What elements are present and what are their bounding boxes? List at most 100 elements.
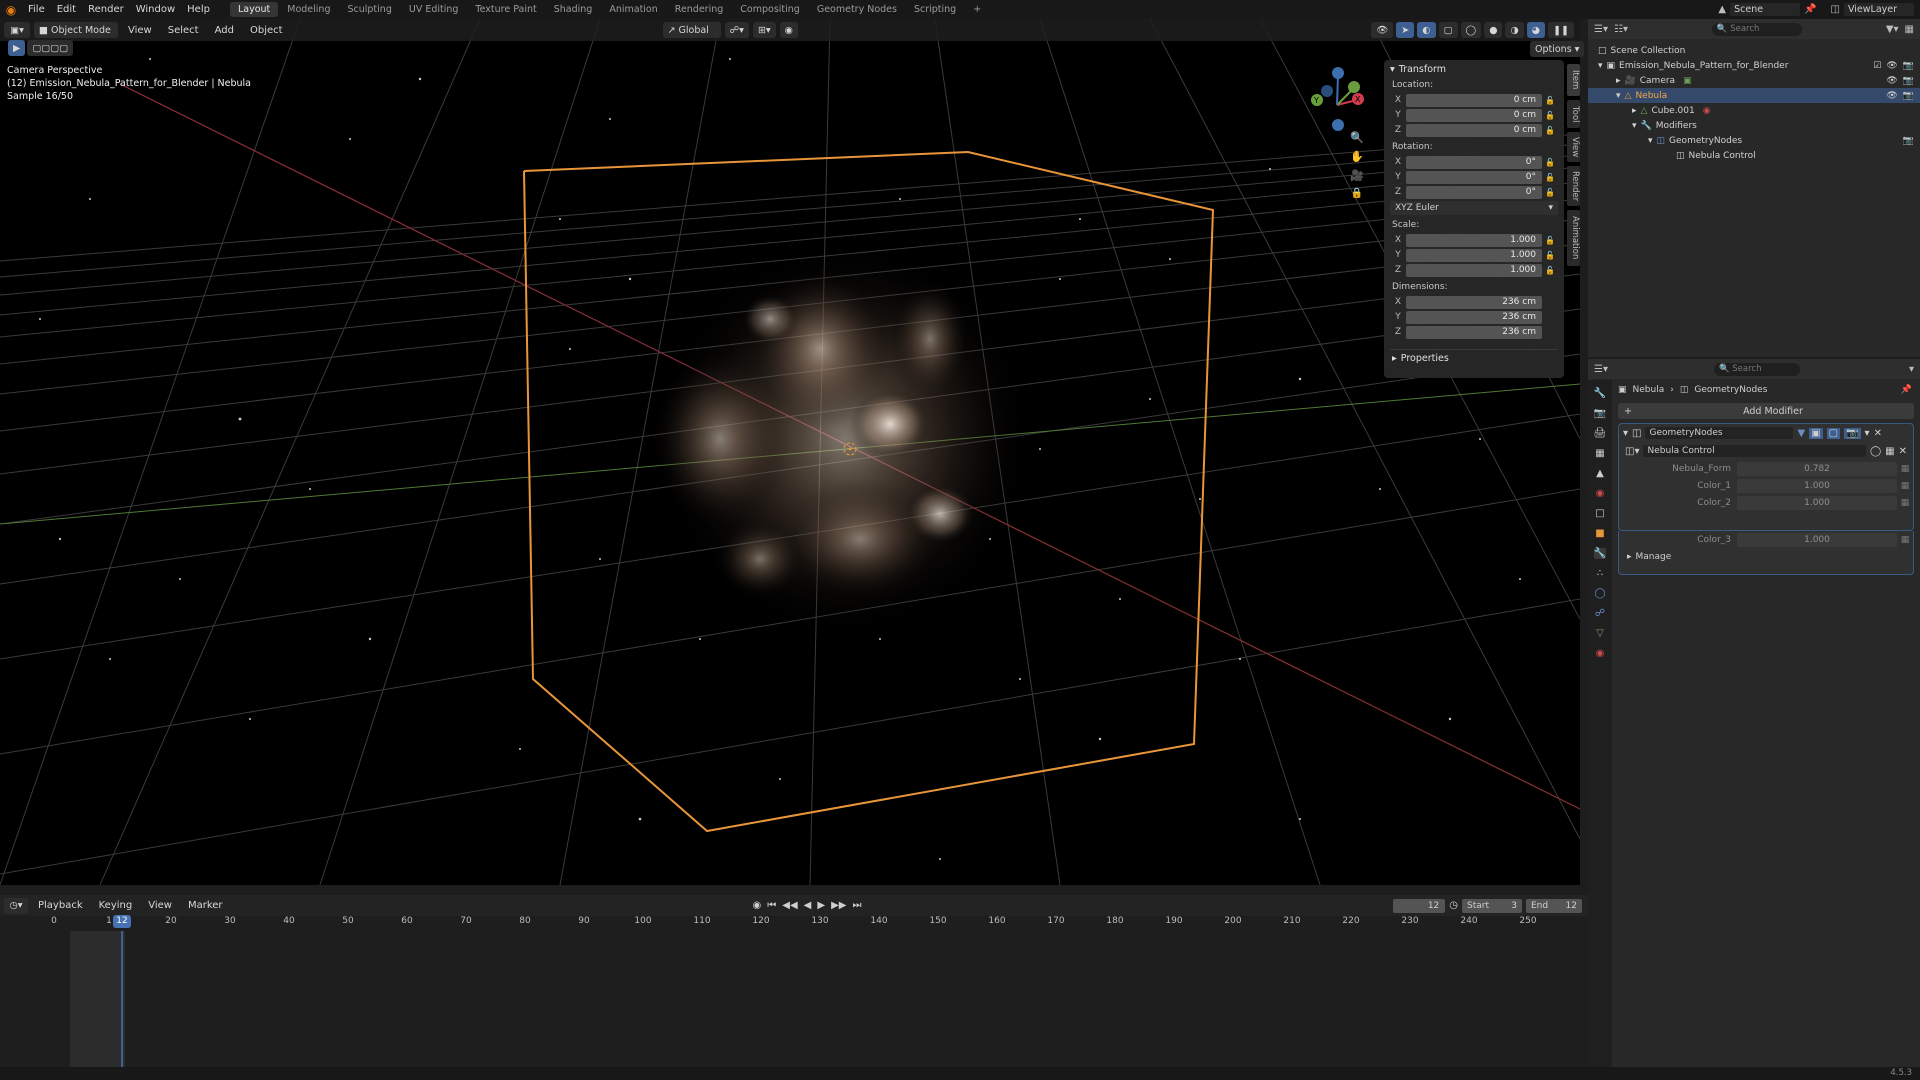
tab-uv-editing[interactable]: UV Editing <box>401 2 467 17</box>
viewport-display-icon[interactable]: ▢ <box>1826 427 1841 439</box>
view-layer-tab-icon[interactable]: ▦ <box>1595 448 1604 459</box>
node-tree-icon[interactable]: ◫▾ <box>1625 446 1639 457</box>
playhead-label[interactable]: 12 <box>113 915 131 928</box>
fake-user-icon[interactable]: ◯ <box>1870 446 1881 457</box>
select-tool-icon[interactable]: ▶ <box>8 40 26 56</box>
blender-logo-icon[interactable]: ◉ <box>0 3 22 17</box>
attribute-toggle-icon[interactable]: ▦ <box>1897 498 1913 508</box>
eye-icon[interactable]: 👁 <box>1886 91 1897 101</box>
data-tab-icon[interactable]: ▽ <box>1596 628 1604 639</box>
transform-orientation[interactable]: ↗ Global <box>662 22 721 38</box>
prev-keyframe-icon[interactable]: ◀◀ <box>782 900 797 911</box>
manage-subpanel[interactable]: ▸ Manage <box>1619 548 1913 566</box>
modifier-tab-icon[interactable]: 🔧 <box>1593 548 1607 559</box>
render-tab-icon[interactable]: 📷 <box>1594 408 1606 419</box>
tab-texture-paint[interactable]: Texture Paint <box>467 2 544 17</box>
shading-solid-icon[interactable]: ● <box>1484 22 1503 38</box>
pan-hand-icon[interactable]: ✋ <box>1350 150 1364 163</box>
tab-compositing[interactable]: Compositing <box>732 2 808 17</box>
dimensions-y-field[interactable]: 236 cm <box>1406 310 1542 324</box>
menu-timeline-view[interactable]: View <box>142 900 178 911</box>
lock-icon[interactable]: 🔓 <box>1542 96 1558 105</box>
output-tab-icon[interactable]: 🖨 <box>1594 428 1607 439</box>
scale-y-field[interactable]: 1.000 <box>1406 248 1542 262</box>
play-reverse-icon[interactable]: ◀ <box>804 900 812 911</box>
outliner-row-scene-collection[interactable]: □ Scene Collection <box>1588 43 1920 58</box>
scale-x-field[interactable]: 1.000 <box>1406 233 1542 247</box>
tab-shading[interactable]: Shading <box>546 2 601 17</box>
lock-icon[interactable]: 🔓 <box>1542 236 1558 245</box>
camera-render-icon[interactable]: 📷 <box>1903 136 1920 146</box>
outliner-row-modifiers[interactable]: ▾ 🔧 Modifiers <box>1588 118 1920 133</box>
camera-render-icon[interactable]: 📷 <box>1903 61 1914 71</box>
jump-start-icon[interactable]: ⏮ <box>767 900 776 911</box>
lock-icon[interactable]: 🔓 <box>1542 173 1558 182</box>
add-workspace-icon[interactable]: + <box>965 2 989 17</box>
filter-icon[interactable]: ▼ <box>1797 428 1805 439</box>
shading-rendered-icon[interactable]: ◕ <box>1526 22 1546 38</box>
tab-modeling[interactable]: Modeling <box>279 2 338 17</box>
rotation-mode-dropdown[interactable]: XYZ Euler ▾ <box>1390 201 1558 215</box>
lock-camera-icon[interactable]: 🔒 <box>1351 188 1363 199</box>
overlay-toggle-icon[interactable]: ◐ <box>1417 22 1436 38</box>
tab-geometry-nodes[interactable]: Geometry Nodes <box>809 2 905 17</box>
rotation-z-field[interactable]: 0° <box>1406 185 1542 199</box>
navigation-gizmo[interactable]: X Y <box>1302 65 1372 135</box>
editor-type-icon[interactable]: ▣▾ <box>4 22 30 38</box>
proportional-edit-icon[interactable]: ◉ <box>779 22 798 38</box>
rotation-x-field[interactable]: 0° <box>1406 155 1542 169</box>
shading-material-icon[interactable]: ◑ <box>1505 22 1524 38</box>
location-x-field[interactable]: 0 cm <box>1406 93 1542 107</box>
close-icon[interactable]: ✕ <box>1874 428 1882 439</box>
unlink-icon[interactable]: ✕ <box>1899 446 1907 457</box>
outliner-row-collection[interactable]: ▾ ▣ Emission_Nebula_Pattern_for_Blender … <box>1588 58 1920 73</box>
checkbox-icon[interactable]: ☑ <box>1873 61 1881 71</box>
snap-icon[interactable]: ⊞▾ <box>752 22 776 38</box>
camera-render-icon[interactable]: 📷 <box>1903 91 1914 101</box>
camera-render-icon[interactable]: 📷 <box>1903 76 1914 86</box>
lock-icon[interactable]: 🔓 <box>1542 251 1558 260</box>
filter-icon[interactable]: ▼▾ <box>1886 24 1899 35</box>
menu-select[interactable]: Select <box>162 25 205 36</box>
menu-object[interactable]: Object <box>244 25 289 36</box>
tab-animation[interactable]: Animation <box>601 2 665 17</box>
attribute-toggle-icon[interactable]: ▦ <box>1897 464 1913 474</box>
preview-range-icon[interactable]: ◷ <box>1449 900 1458 911</box>
lock-icon[interactable]: 🔓 <box>1542 158 1558 167</box>
scene-name[interactable]: Scene <box>1730 3 1801 16</box>
node-group-field[interactable]: Nebula Control <box>1643 445 1866 457</box>
menu-view[interactable]: View <box>122 25 158 36</box>
tab-tool[interactable]: Tool <box>1567 100 1580 128</box>
outliner-row-geometry-nodes[interactable]: ▾ ◫ GeometryNodes 📷 <box>1588 133 1920 148</box>
view-layer-name[interactable]: ViewLayer <box>1844 3 1914 16</box>
tab-view[interactable]: View <box>1567 132 1580 162</box>
tab-render[interactable]: Render <box>1567 166 1580 206</box>
particles-tab-icon[interactable]: ∴ <box>1597 568 1603 579</box>
editor-type-icon[interactable]: ☰▾ <box>1594 364 1608 375</box>
end-frame-field[interactable]: End 12 <box>1526 898 1582 913</box>
input-color-2-field[interactable]: 1.000 <box>1737 495 1897 510</box>
menu-file[interactable]: File <box>22 4 51 15</box>
tab-layout[interactable]: Layout <box>229 2 279 17</box>
tab-sculpting[interactable]: Sculpting <box>339 2 399 17</box>
world-tab-icon[interactable]: ◉ <box>1596 488 1605 499</box>
render-display-icon[interactable]: 📷 <box>1844 427 1861 439</box>
options-dropdown[interactable]: Options ▾ <box>1530 41 1585 57</box>
outliner-search[interactable]: 🔍 Search <box>1711 22 1802 36</box>
chevron-down-icon[interactable]: ▾ <box>1623 428 1628 439</box>
menu-edit[interactable]: Edit <box>51 4 82 15</box>
gizmo-toggle-icon[interactable]: ➤ <box>1396 22 1415 38</box>
menu-help[interactable]: Help <box>181 4 216 15</box>
physics-tab-icon[interactable]: ◯ <box>1594 588 1605 599</box>
tab-animation[interactable]: Animation <box>1567 210 1580 266</box>
tab-scripting[interactable]: Scripting <box>906 2 964 17</box>
input-color-1-field[interactable]: 1.000 <box>1737 478 1897 493</box>
input-color-3-field[interactable]: 1.000 <box>1737 532 1897 547</box>
lock-icon[interactable]: 🔓 <box>1542 266 1558 275</box>
transform-header[interactable]: ▾ Transform <box>1390 64 1558 75</box>
lock-icon[interactable]: 🔓 <box>1542 126 1558 135</box>
menu-marker[interactable]: Marker <box>182 900 229 911</box>
constraints-tab-icon[interactable]: ☍ <box>1595 608 1605 619</box>
outliner-row-nebula[interactable]: ▾ △ Nebula 👁 📷 <box>1588 88 1920 103</box>
menu-window[interactable]: Window <box>130 4 181 15</box>
